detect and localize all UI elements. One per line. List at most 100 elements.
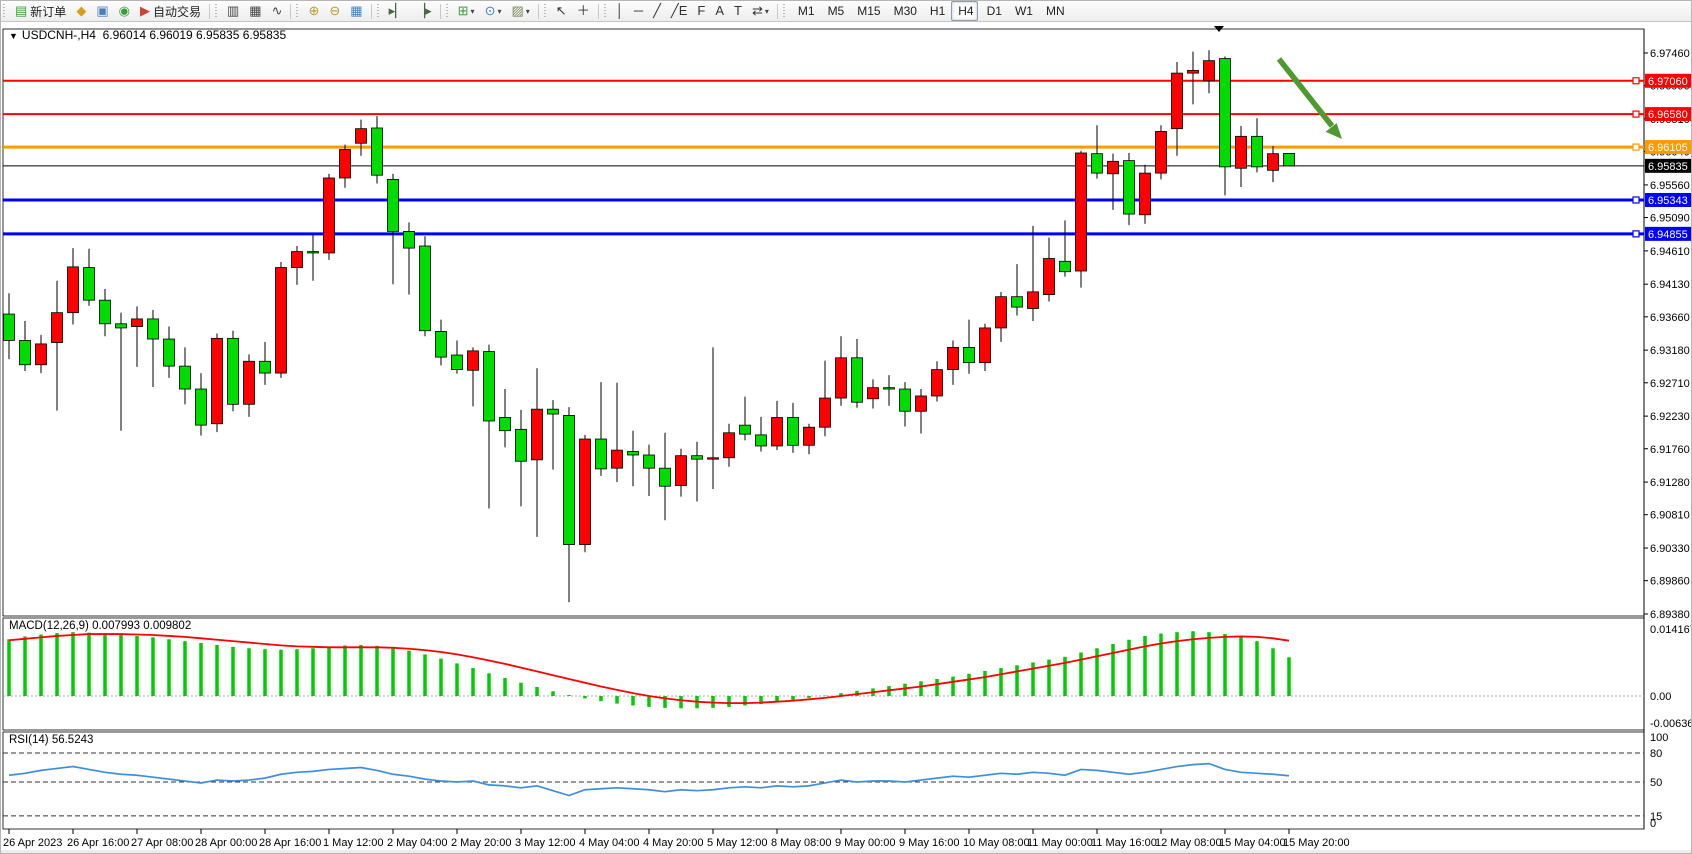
toolbar-grip[interactable] [544, 4, 549, 18]
toolbar-grip[interactable] [377, 4, 382, 18]
tile-windows-button[interactable]: ▦ [346, 1, 366, 21]
equidistant-channel-tool[interactable]: ╱E [667, 1, 692, 21]
candle-body [100, 300, 111, 324]
price-axis[interactable]: 6.974606.969906.965106.960406.955606.950… [1644, 48, 1690, 621]
equidistant-channel-tool-icon: ╱E [671, 2, 688, 20]
bar-chart-button[interactable]: ▥ [223, 1, 243, 21]
candle-body [1156, 131, 1167, 173]
fibonacci-tool[interactable]: F [693, 1, 709, 21]
candle-body [1044, 259, 1055, 295]
candle-body [996, 297, 1007, 328]
timeframe-m30[interactable]: M30 [887, 1, 921, 21]
main-panel [3, 29, 1644, 616]
candle-body [276, 268, 287, 374]
chevron-down-icon[interactable]: ▾ [765, 7, 769, 16]
arrows-tool-icon: ⇄ [752, 2, 763, 20]
candle-body [708, 458, 719, 459]
price-tick-label: 6.91760 [1650, 444, 1690, 456]
resistance-line-1-anchor[interactable] [1633, 78, 1639, 84]
market-watch-button[interactable]: ◆ [72, 1, 90, 21]
support-line-2-anchor[interactable] [1633, 231, 1639, 237]
timeframe-h4[interactable]: H4 [951, 1, 977, 21]
text-tool-icon: A [715, 2, 724, 20]
auto-trading-button[interactable]: ▶自动交易 [136, 1, 205, 21]
toolbar-grip[interactable] [604, 4, 609, 18]
candle-body [1140, 173, 1151, 215]
timeframe-w1-label: W1 [1015, 4, 1033, 18]
candle-body [84, 268, 95, 301]
templates-button[interactable]: ▨▾ [507, 1, 533, 21]
support-line-1-anchor[interactable] [1633, 197, 1639, 203]
timeframe-m15[interactable]: M15 [850, 1, 884, 21]
resistance-line-2-anchor[interactable] [1633, 111, 1639, 117]
timeframe-w1[interactable]: W1 [1008, 1, 1037, 21]
candle-body [324, 178, 335, 253]
text-label-tool[interactable]: T [730, 1, 746, 21]
toolbar-grip[interactable] [446, 4, 451, 18]
arrows-tool[interactable]: ⇄▾ [748, 1, 773, 21]
new-order-button-label: 新订单 [30, 3, 66, 20]
line-chart-button[interactable]: ∿ [268, 1, 287, 21]
chevron-down-icon[interactable]: ▾ [497, 7, 501, 16]
timeframe-m5[interactable]: M5 [821, 1, 849, 21]
timeframe-mn[interactable]: MN [1039, 1, 1069, 21]
new-chart-button[interactable]: ⊞▾ [454, 1, 479, 21]
pivot-line-anchor[interactable] [1633, 144, 1639, 150]
toolbar-grip[interactable] [215, 4, 220, 18]
candle-body [308, 252, 319, 253]
candle-body [292, 252, 303, 268]
chevron-down-icon[interactable]: ▾ [526, 7, 530, 16]
horizontal-line-tool[interactable]: ─ [630, 1, 647, 21]
toolbar-group: ▥▦∿ [213, 1, 288, 21]
chart-canvas[interactable]: 6.974606.969906.965106.960406.955606.950… [1, 1, 1692, 854]
zoom-in-button[interactable]: ⊕ [304, 1, 323, 21]
periodicity-button[interactable]: ⊙▾ [481, 1, 506, 21]
text-tool[interactable]: A [711, 1, 728, 21]
timeframe-m1[interactable]: M1 [791, 1, 819, 21]
price-tick-label: 6.91280 [1650, 477, 1690, 489]
candle-body [116, 324, 127, 328]
candle-body [820, 398, 831, 427]
support-line-1-badge-text: 6.95343 [1648, 195, 1688, 207]
rsi-scale-label: 0 [1650, 818, 1656, 830]
candle-body [1284, 153, 1295, 165]
rsi-scale-label: 50 [1650, 777, 1662, 789]
candle-body [68, 267, 79, 313]
toolbar-grip[interactable] [783, 4, 788, 18]
time-axis[interactable]: 26 Apr 202326 Apr 16:0027 Apr 08:0028 Ap… [3, 829, 1350, 849]
cursor-tool-button[interactable]: ↖ [552, 1, 571, 21]
time-tick-label: 27 Apr 08:00 [131, 837, 193, 849]
candle-body [148, 319, 159, 339]
timeframe-d1[interactable]: D1 [980, 1, 1006, 21]
timeframe-m15-label: M15 [857, 4, 880, 18]
time-tick-label: 11 May 00:00 [1027, 837, 1093, 849]
navigator-button[interactable]: ◉ [115, 1, 134, 21]
candlestick-chart-button[interactable]: ▦ [245, 1, 265, 21]
timeframe-h1[interactable]: H1 [923, 1, 949, 21]
symbol-dropdown-icon[interactable]: ▼ [9, 31, 18, 41]
auto-scroll-button[interactable]: ▸▏ [385, 1, 410, 21]
time-tick-label: 9 May 16:00 [899, 837, 960, 849]
toolbar-separator [538, 4, 539, 19]
trendline-tool[interactable]: ╱ [649, 1, 665, 21]
market-watch-button-icon: ◆ [76, 2, 86, 20]
toolbar-grip[interactable] [3, 4, 8, 18]
chevron-down-icon[interactable]: ▾ [471, 7, 475, 16]
chart-shift-button[interactable]: ▕▸ [411, 1, 436, 21]
candle-body [180, 366, 191, 389]
auto-scroll-button-icon: ▸▏ [389, 2, 406, 20]
new-order-button[interactable]: ▤新订单 [11, 1, 70, 21]
time-tick-label: 28 Apr 00:00 [195, 837, 257, 849]
candle [1124, 153, 1135, 225]
toolbar-group: ⊕⊖▦ [294, 1, 367, 21]
candle [580, 435, 591, 552]
fibonacci-tool-icon: F [697, 2, 705, 20]
crosshair-tool-button[interactable]: ＋ [573, 1, 594, 21]
vertical-line-tool[interactable]: │ [612, 1, 628, 21]
zoom-out-button[interactable]: ⊖ [325, 1, 344, 21]
candle-body [724, 433, 735, 458]
data-window-button[interactable]: ▣ [92, 1, 112, 21]
trendline-tool-icon: ╱ [653, 2, 661, 20]
toolbar-grip[interactable] [296, 4, 301, 18]
price-tick-label: 6.97460 [1650, 48, 1690, 60]
